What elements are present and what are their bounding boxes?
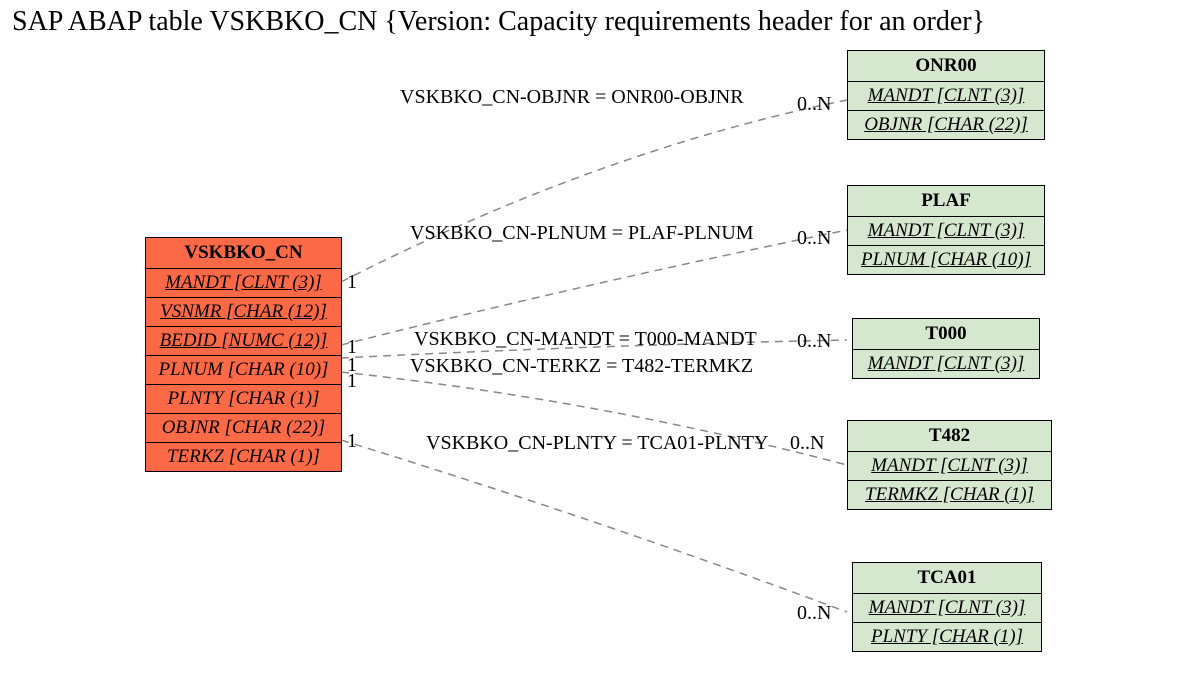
entity-plaf: PLAF MANDT [CLNT (3)] PLNUM [CHAR (10)] (847, 185, 1045, 275)
field-row: PLNUM [CHAR (10)] (848, 246, 1044, 274)
link-label: VSKBKO_CN-MANDT = T000-MANDT (414, 328, 757, 351)
field-row: TERMKZ [CHAR (1)] (848, 481, 1051, 509)
field-label: PLNTY [CHAR (1)] (167, 388, 319, 409)
field-label: MANDT [CLNT (3)] (868, 220, 1025, 241)
entity-t000: T000 MANDT [CLNT (3)] (852, 318, 1040, 379)
field-row: PLNUM [CHAR (10)] (146, 356, 341, 385)
entity-onr00: ONR00 MANDT [CLNT (3)] OBJNR [CHAR (22)] (847, 50, 1045, 140)
field-label: OBJNR [CHAR (22)] (162, 417, 326, 438)
field-row: MANDT [CLNT (3)] (848, 217, 1044, 246)
field-row: MANDT [CLNT (3)] (146, 269, 341, 298)
link-label: VSKBKO_CN-PLNTY = TCA01-PLNTY (426, 432, 768, 455)
field-label: MANDT [CLNT (3)] (868, 353, 1025, 374)
field-label: PLNUM [CHAR (10)] (159, 359, 329, 380)
field-label: VSNMR [CHAR (12)] (160, 301, 327, 322)
cardinality-right: 0..N (790, 432, 824, 455)
cardinality-right: 0..N (797, 93, 831, 116)
cardinality-left: 1 (347, 370, 357, 393)
entity-tca01: TCA01 MANDT [CLNT (3)] PLNTY [CHAR (1)] (852, 562, 1042, 652)
entity-header: VSKBKO_CN (146, 238, 341, 269)
field-label: PLNTY [CHAR (1)] (871, 626, 1023, 647)
field-row: VSNMR [CHAR (12)] (146, 298, 341, 327)
entity-header: ONR00 (848, 51, 1044, 82)
field-label: TERKZ [CHAR (1)] (167, 446, 320, 467)
field-row: BEDID [NUMC (12)] (146, 327, 341, 356)
field-label: MANDT [CLNT (3)] (165, 272, 322, 293)
entity-header: PLAF (848, 186, 1044, 217)
field-label: MANDT [CLNT (3)] (869, 597, 1026, 618)
cardinality-right: 0..N (797, 227, 831, 250)
field-row: MANDT [CLNT (3)] (848, 82, 1044, 111)
link-label: VSKBKO_CN-PLNUM = PLAF-PLNUM (410, 222, 754, 245)
field-label: PLNUM [CHAR (10)] (861, 249, 1031, 270)
cardinality-right: 0..N (797, 330, 831, 353)
field-label: MANDT [CLNT (3)] (871, 455, 1028, 476)
cardinality-left: 1 (347, 271, 357, 294)
diagram-title: SAP ABAP table VSKBKO_CN {Version: Capac… (0, 6, 1177, 38)
entity-vskbko-cn: VSKBKO_CN MANDT [CLNT (3)] VSNMR [CHAR (… (145, 237, 342, 472)
cardinality-left: 1 (347, 430, 357, 453)
field-row: MANDT [CLNT (3)] (848, 452, 1051, 481)
field-row: OBJNR [CHAR (22)] (146, 414, 341, 443)
link-label: VSKBKO_CN-OBJNR = ONR00-OBJNR (400, 86, 744, 109)
field-row: PLNTY [CHAR (1)] (853, 623, 1041, 651)
field-row: MANDT [CLNT (3)] (853, 350, 1039, 378)
field-row: OBJNR [CHAR (22)] (848, 111, 1044, 139)
entity-header: T482 (848, 421, 1051, 452)
cardinality-right: 0..N (797, 602, 831, 625)
link-label: VSKBKO_CN-TERKZ = T482-TERMKZ (410, 355, 753, 378)
field-label: MANDT [CLNT (3)] (868, 85, 1025, 106)
entity-header: T000 (853, 319, 1039, 350)
field-label: BEDID [NUMC (12)] (160, 330, 328, 351)
field-label: OBJNR [CHAR (22)] (864, 114, 1028, 135)
entity-t482: T482 MANDT [CLNT (3)] TERMKZ [CHAR (1)] (847, 420, 1052, 510)
field-label: TERMKZ [CHAR (1)] (865, 484, 1034, 505)
entity-header: TCA01 (853, 563, 1041, 594)
field-row: PLNTY [CHAR (1)] (146, 385, 341, 414)
field-row: MANDT [CLNT (3)] (853, 594, 1041, 623)
field-row: TERKZ [CHAR (1)] (146, 443, 341, 471)
